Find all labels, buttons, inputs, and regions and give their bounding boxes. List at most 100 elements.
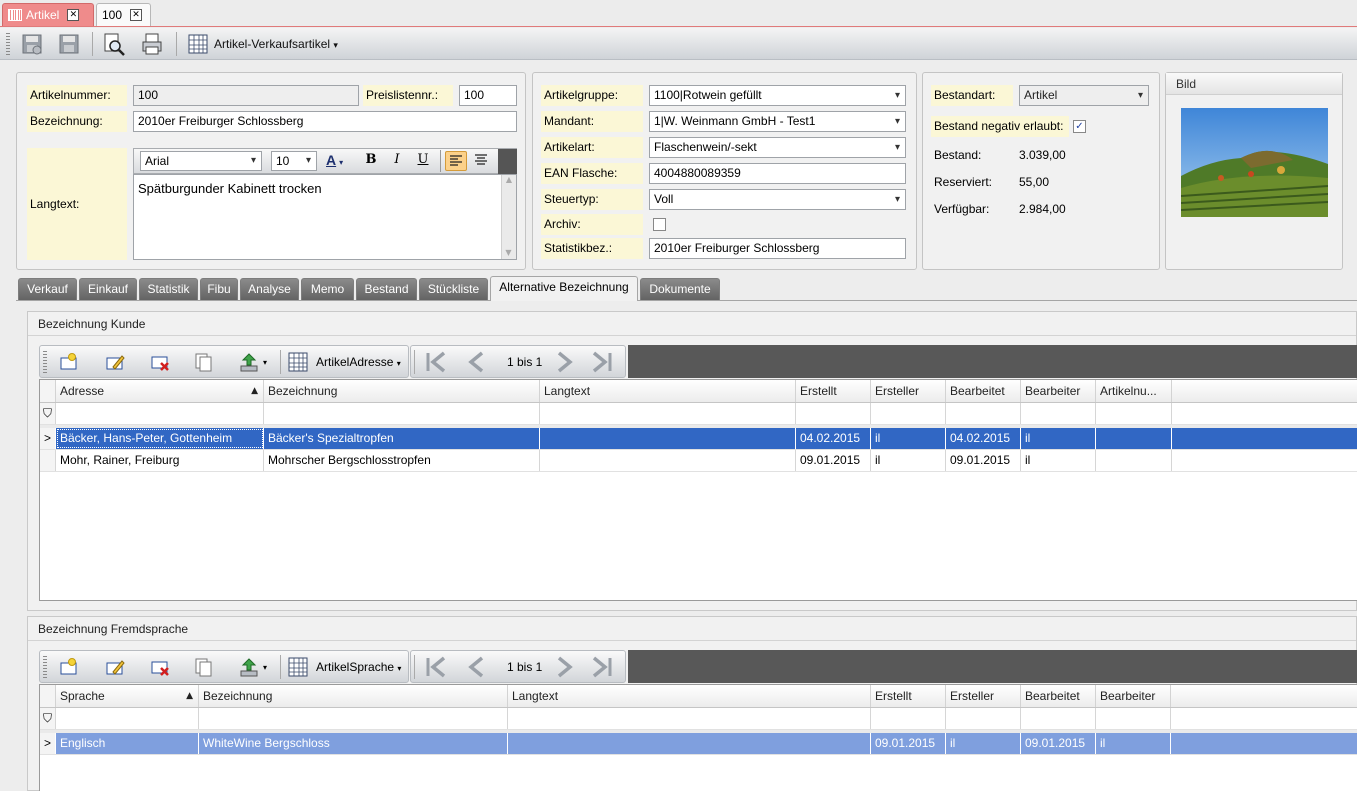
- col-bearbeitet[interactable]: Bearbeitet: [1021, 685, 1096, 707]
- copy-record-button[interactable]: [190, 349, 216, 375]
- cell-bearbeiter[interactable]: il: [1096, 733, 1171, 754]
- ean-field[interactable]: 4004880089359: [649, 163, 906, 184]
- new-record-button[interactable]: [56, 654, 82, 680]
- filter-cell[interactable]: [946, 708, 1021, 729]
- col-langtext[interactable]: Langtext: [508, 685, 871, 707]
- filter-icon[interactable]: ⛉: [40, 403, 56, 424]
- view-selector-button[interactable]: [185, 31, 211, 57]
- delete-record-button[interactable]: [147, 654, 173, 680]
- archiv-checkbox[interactable]: [653, 218, 666, 231]
- col-ersteller[interactable]: Ersteller: [946, 685, 1021, 707]
- langtext-editor[interactable]: Spätburgunder Kabinett trocken ▲ ▼: [133, 174, 517, 260]
- cell-bezeichnung[interactable]: WhiteWine Bergschloss: [199, 733, 508, 754]
- col-bearbeiter[interactable]: Bearbeiter: [1096, 685, 1171, 707]
- cell-bearbeitet[interactable]: 09.01.2015: [946, 450, 1021, 471]
- font-size-select[interactable]: 10: [271, 151, 317, 171]
- cell-erstellt[interactable]: 09.01.2015: [871, 733, 946, 754]
- col-artikelnummer[interactable]: Artikelnu...: [1096, 380, 1172, 402]
- tab-einkauf[interactable]: Einkauf: [79, 278, 137, 300]
- tab-stueckliste[interactable]: Stückliste: [419, 278, 488, 300]
- filter-cell[interactable]: [56, 708, 199, 729]
- tab-statistik[interactable]: Statistik: [139, 278, 198, 300]
- filter-cell[interactable]: [946, 403, 1021, 424]
- filter-cell[interactable]: [540, 403, 796, 424]
- close-icon[interactable]: ✕: [67, 9, 80, 21]
- cell-sprache[interactable]: Englisch: [56, 733, 199, 754]
- cell-bearbeiter[interactable]: il: [1021, 428, 1096, 449]
- cell-adresse[interactable]: Mohr, Rainer, Freiburg: [56, 450, 264, 471]
- font-color-button[interactable]: A ▾: [326, 152, 354, 172]
- view-selector-label[interactable]: Artikel-Verkaufsartikel ▾: [214, 37, 338, 51]
- table-row[interactable]: > Englisch WhiteWine Bergschloss 09.01.2…: [40, 733, 1357, 755]
- filter-cell[interactable]: [199, 708, 508, 729]
- edit-record-button[interactable]: [102, 349, 128, 375]
- underline-button[interactable]: U: [414, 152, 432, 172]
- delete-record-button[interactable]: [147, 349, 173, 375]
- prev-page-button[interactable]: [463, 349, 489, 375]
- preislistennr-field[interactable]: 100: [459, 85, 517, 106]
- filter-cell[interactable]: [1096, 403, 1172, 424]
- cell-ersteller[interactable]: il: [871, 450, 946, 471]
- tab-verkauf[interactable]: Verkauf: [18, 278, 77, 300]
- export-button[interactable]: ▾: [233, 654, 273, 680]
- col-bearbeiter[interactable]: Bearbeiter: [1021, 380, 1096, 402]
- prev-page-button[interactable]: [463, 654, 489, 680]
- print-button[interactable]: [139, 31, 165, 57]
- scroll-down-icon[interactable]: ▼: [502, 248, 515, 257]
- cell-langtext[interactable]: [508, 733, 871, 754]
- statistik-field[interactable]: 2010er Freiburger Schlossberg: [649, 238, 906, 259]
- cell-bearbeitet[interactable]: 04.02.2015: [946, 428, 1021, 449]
- filter-cell[interactable]: [56, 403, 264, 424]
- filter-cell[interactable]: [1096, 708, 1171, 729]
- negativ-checkbox[interactable]: ✓: [1073, 120, 1086, 133]
- filter-cell[interactable]: [871, 403, 946, 424]
- align-left-button[interactable]: [445, 151, 467, 171]
- filter-icon[interactable]: ⛉: [40, 708, 56, 729]
- tab-dokumente[interactable]: Dokumente: [640, 278, 720, 300]
- col-ersteller[interactable]: Ersteller: [871, 380, 946, 402]
- artikelnummer-field[interactable]: 100: [133, 85, 359, 106]
- col-bearbeitet[interactable]: Bearbeitet: [946, 380, 1021, 402]
- col-bezeichnung[interactable]: Bezeichnung: [199, 685, 508, 707]
- italic-button[interactable]: I: [388, 152, 406, 172]
- tab-analyse[interactable]: Analyse: [240, 278, 299, 300]
- artikelart-select[interactable]: Flaschenwein/-sekt: [649, 137, 906, 158]
- cell-artikelnummer[interactable]: [1096, 428, 1172, 449]
- scroll-up-icon[interactable]: ▲: [502, 175, 516, 184]
- layout-grid-button[interactable]: [285, 349, 311, 375]
- cell-erstellt[interactable]: 09.01.2015: [796, 450, 871, 471]
- filter-cell[interactable]: [871, 708, 946, 729]
- bezeichnung-field[interactable]: 2010er Freiburger Schlossberg: [133, 111, 517, 132]
- cell-langtext[interactable]: [540, 428, 796, 449]
- cell-ersteller[interactable]: il: [871, 428, 946, 449]
- copy-record-button[interactable]: [190, 654, 216, 680]
- cell-bearbeitet[interactable]: 09.01.2015: [1021, 733, 1096, 754]
- tab-bestand[interactable]: Bestand: [356, 278, 417, 300]
- filter-cell[interactable]: [796, 403, 871, 424]
- bestandart-select[interactable]: Artikel: [1019, 85, 1149, 106]
- col-adresse[interactable]: Adresse ▲: [56, 380, 264, 402]
- filter-cell[interactable]: [1021, 708, 1096, 729]
- steuertyp-select[interactable]: Voll: [649, 189, 906, 210]
- cell-bearbeiter[interactable]: il: [1021, 450, 1096, 471]
- close-icon[interactable]: ✕: [130, 9, 143, 21]
- next-page-button[interactable]: [552, 349, 578, 375]
- vineyard-image[interactable]: [1180, 108, 1329, 217]
- layout-grid-button[interactable]: [285, 654, 311, 680]
- doc-tab-artikel[interactable]: Artikel ✕: [2, 3, 94, 26]
- tab-fibu[interactable]: Fibu: [200, 278, 238, 300]
- col-sprache[interactable]: Sprache ▲: [56, 685, 199, 707]
- cell-erstellt[interactable]: 04.02.2015: [796, 428, 871, 449]
- col-bezeichnung[interactable]: Bezeichnung: [264, 380, 540, 402]
- filter-cell[interactable]: [264, 403, 540, 424]
- cell-bezeichnung[interactable]: Bäcker's Spezialtropfen: [264, 428, 540, 449]
- mandant-select[interactable]: 1|W. Weinmann GmbH - Test1: [649, 111, 906, 132]
- grid-view-selector[interactable]: ArtikelAdresse ▾: [316, 355, 401, 369]
- last-page-button[interactable]: [589, 349, 615, 375]
- font-family-select[interactable]: Arial: [140, 151, 262, 171]
- table-row[interactable]: Mohr, Rainer, Freiburg Mohrscher Bergsch…: [40, 450, 1357, 472]
- langtext-scrollbar[interactable]: ▲ ▼: [501, 175, 516, 259]
- artikelgruppe-select[interactable]: 1100|Rotwein gefüllt: [649, 85, 906, 106]
- filter-cell[interactable]: [508, 708, 871, 729]
- new-record-button[interactable]: [56, 349, 82, 375]
